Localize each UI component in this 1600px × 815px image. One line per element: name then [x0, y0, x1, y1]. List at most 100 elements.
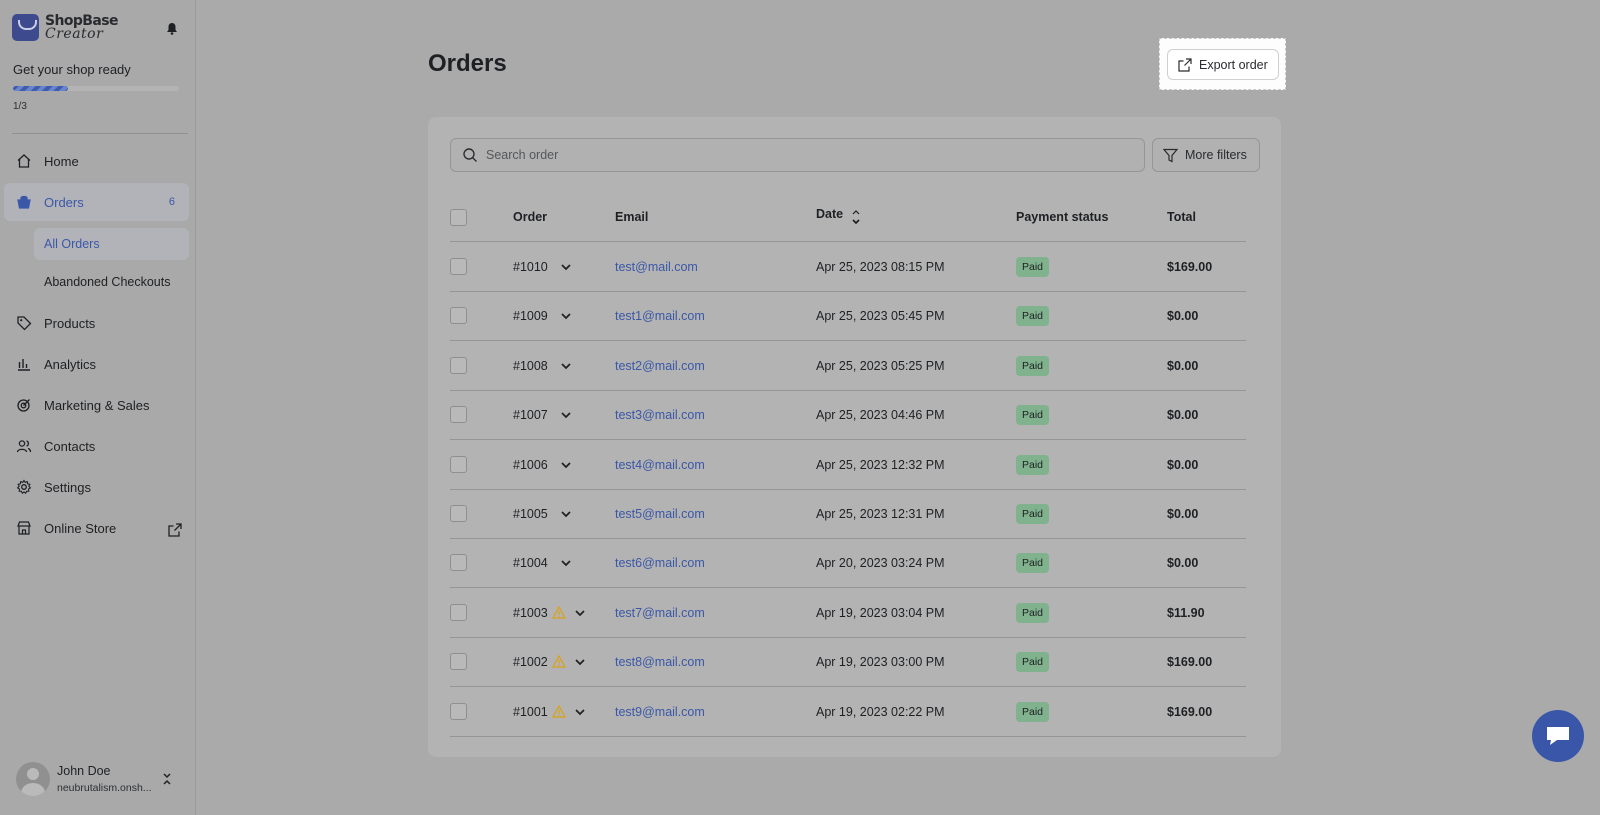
table-row[interactable]: #1008 test2@mail.com Apr 25, 2023 05:25 PM… — [0, 341, 1600, 390]
sort-icon[interactable] — [851, 208, 861, 226]
sidebar-item-label: Home — [44, 153, 79, 169]
row-checkbox[interactable] — [450, 307, 467, 324]
sidebar-item-orders[interactable]: Orders 6 — [4, 183, 189, 221]
row-divider — [450, 736, 1246, 737]
order-email[interactable]: test4@mail.com — [615, 440, 705, 489]
order-number[interactable]: #1001 — [513, 705, 548, 719]
export-order-label: Export order — [1199, 57, 1268, 72]
order-email[interactable]: test6@mail.com — [615, 538, 705, 587]
order-number[interactable]: #1003 — [513, 606, 548, 620]
order-date: Apr 25, 2023 12:32 PM — [816, 457, 945, 472]
select-all-checkbox[interactable] — [450, 209, 467, 226]
status-badge: Paid — [1016, 404, 1050, 425]
order-total: $169.00 — [1167, 704, 1213, 719]
order-number[interactable]: #1010 — [513, 260, 548, 274]
order-date: Apr 25, 2023 05:25 PM — [816, 358, 945, 373]
row-checkbox[interactable] — [450, 703, 467, 720]
column-header-date[interactable]: Date — [816, 207, 843, 221]
row-checkbox[interactable] — [450, 406, 467, 423]
order-cell[interactable]: #1007 — [513, 390, 572, 439]
order-number[interactable]: #1006 — [513, 458, 548, 472]
table-row[interactable]: #1009 test1@mail.com Apr 25, 2023 05:45 PM… — [0, 291, 1600, 340]
more-filters-button[interactable]: More filters — [1152, 138, 1260, 172]
table-row[interactable]: #1001 test9@mail.com Apr 19, 2023 02:22 PM… — [0, 687, 1600, 736]
order-email[interactable]: test@mail.com — [615, 242, 698, 291]
more-filters-label: More filters — [1185, 148, 1247, 162]
order-email[interactable]: test7@mail.com — [615, 588, 705, 637]
column-header-payment-status[interactable]: Payment status — [1016, 210, 1108, 224]
table-row[interactable]: #1006 test4@mail.com Apr 25, 2023 12:32 PM… — [0, 440, 1600, 489]
chevron-down-icon[interactable] — [560, 312, 572, 320]
chevron-down-icon[interactable] — [574, 609, 586, 617]
row-checkbox[interactable] — [450, 604, 467, 621]
column-header-order[interactable]: Order — [513, 210, 547, 224]
shopbase-logo[interactable]: ShopBase Creator — [12, 14, 118, 41]
order-date: Apr 25, 2023 08:15 PM — [816, 259, 945, 274]
row-checkbox[interactable] — [450, 456, 467, 473]
order-cell[interactable]: #1004 — [513, 538, 572, 587]
table-row[interactable]: #1003 test7@mail.com Apr 19, 2023 03:04 PM… — [0, 588, 1600, 637]
order-email[interactable]: test9@mail.com — [615, 687, 705, 736]
order-number[interactable]: #1002 — [513, 655, 548, 669]
order-date: Apr 19, 2023 03:00 PM — [816, 654, 945, 669]
shopbase-logo-icon — [12, 14, 39, 41]
order-number[interactable]: #1004 — [513, 556, 548, 570]
order-cell[interactable]: #1001 — [513, 687, 586, 736]
chevron-down-icon[interactable] — [560, 510, 572, 518]
table-row[interactable]: #1010 test@mail.com Apr 25, 2023 08:15 PM P… — [0, 242, 1600, 291]
table-row[interactable]: #1005 test5@mail.com Apr 25, 2023 12:31 PM… — [0, 489, 1600, 538]
column-header-email[interactable]: Email — [615, 210, 648, 224]
chevron-down-icon[interactable] — [574, 658, 586, 666]
order-email[interactable]: test8@mail.com — [615, 637, 705, 686]
order-number[interactable]: #1008 — [513, 359, 548, 373]
export-order-button[interactable]: Export order — [1167, 49, 1279, 80]
order-total: $11.90 — [1167, 605, 1205, 620]
payment-status-cell: Paid — [1016, 637, 1050, 686]
order-cell[interactable]: #1009 — [513, 291, 572, 340]
chevron-down-icon[interactable] — [560, 559, 572, 567]
status-badge: Paid — [1016, 651, 1050, 672]
status-badge: Paid — [1016, 552, 1050, 573]
table-row[interactable]: #1002 test8@mail.com Apr 19, 2023 03:00 PM… — [0, 637, 1600, 686]
order-total: $0.00 — [1167, 506, 1199, 521]
chevron-down-icon[interactable] — [560, 461, 572, 469]
chevron-down-icon[interactable] — [574, 708, 586, 716]
row-checkbox[interactable] — [450, 357, 467, 374]
order-email[interactable]: test5@mail.com — [615, 489, 705, 538]
order-cell[interactable]: #1008 — [513, 341, 572, 390]
order-cell[interactable]: #1005 — [513, 489, 572, 538]
order-email[interactable]: test1@mail.com — [615, 291, 705, 340]
search-input[interactable] — [486, 148, 1086, 162]
setup-progress-text: 1/3 — [13, 101, 27, 112]
chevron-down-icon[interactable] — [560, 411, 572, 419]
order-cell[interactable]: #1010 — [513, 242, 572, 291]
order-cell[interactable]: #1006 — [513, 440, 572, 489]
user-profile[interactable]: John Doe neubrutalism.onsh... — [16, 762, 181, 796]
status-badge: Paid — [1016, 701, 1050, 722]
order-cell[interactable]: #1003 — [513, 588, 586, 637]
row-checkbox[interactable] — [450, 505, 467, 522]
expand-collapse-icon[interactable] — [162, 772, 172, 786]
chevron-down-icon[interactable] — [560, 263, 572, 271]
payment-status-cell: Paid — [1016, 341, 1050, 390]
row-checkbox[interactable] — [450, 554, 467, 571]
order-cell[interactable]: #1002 — [513, 637, 586, 686]
chat-button[interactable] — [1532, 710, 1584, 762]
order-email[interactable]: test2@mail.com — [615, 341, 705, 390]
row-checkbox[interactable] — [450, 653, 467, 670]
order-email[interactable]: test3@mail.com — [615, 390, 705, 439]
sidebar-item-home[interactable]: Home — [4, 142, 189, 180]
status-badge: Paid — [1016, 454, 1050, 475]
order-number[interactable]: #1005 — [513, 507, 548, 521]
order-number[interactable]: #1009 — [513, 309, 548, 323]
search-box[interactable] — [450, 138, 1145, 172]
bell-icon[interactable] — [166, 22, 178, 35]
order-number[interactable]: #1007 — [513, 408, 548, 422]
payment-status-cell: Paid — [1016, 538, 1050, 587]
payment-status-cell: Paid — [1016, 489, 1050, 538]
payment-status-cell: Paid — [1016, 242, 1050, 291]
table-row[interactable]: #1004 test6@mail.com Apr 20, 2023 03:24 PM… — [0, 538, 1600, 587]
table-row[interactable]: #1007 test3@mail.com Apr 25, 2023 04:46 PM… — [0, 390, 1600, 439]
row-checkbox[interactable] — [450, 258, 467, 275]
chevron-down-icon[interactable] — [560, 362, 572, 370]
